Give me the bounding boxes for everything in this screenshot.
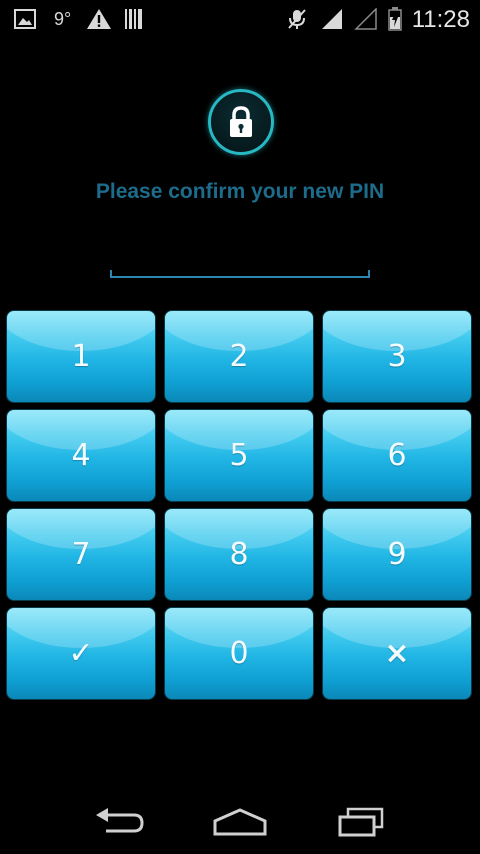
back-icon [96, 808, 144, 833]
confirm-key[interactable]: ✓ [6, 607, 156, 700]
recent-apps-icon [338, 807, 384, 837]
lock-icon [208, 89, 274, 155]
home-icon [213, 808, 267, 836]
signal-empty-icon [354, 8, 378, 30]
key-7[interactable]: 7 [6, 508, 156, 601]
status-bar: 9° 11:28 [0, 0, 480, 38]
key-8[interactable]: 8 [164, 508, 314, 601]
key-2[interactable]: 2 [164, 310, 314, 403]
home-button[interactable] [205, 802, 275, 842]
clock-text: 11:28 [411, 6, 470, 33]
key-1[interactable]: 1 [6, 310, 156, 403]
checkmark-icon: ✓ [68, 636, 94, 671]
gallery-icon [14, 8, 36, 30]
close-icon: × [384, 636, 410, 671]
pin-input[interactable] [110, 270, 370, 278]
recent-apps-button[interactable] [325, 802, 395, 842]
mute-icon [286, 8, 308, 30]
key-6[interactable]: 6 [322, 409, 472, 502]
back-button[interactable] [85, 802, 155, 842]
key-0[interactable]: 0 [164, 607, 314, 700]
clear-key[interactable]: × [322, 607, 472, 700]
key-9[interactable]: 9 [322, 508, 472, 601]
warning-icon [86, 8, 112, 30]
key-5[interactable]: 5 [164, 409, 314, 502]
signal-icon [320, 8, 344, 30]
keypad: 1 2 3 4 5 6 7 8 9 ✓ 0 × [6, 310, 474, 703]
barcode-icon [124, 8, 144, 30]
navigation-bar [0, 790, 480, 854]
battery-icon [388, 7, 402, 31]
page-title: Please confirm your new PIN [95, 180, 385, 203]
key-3[interactable]: 3 [322, 310, 472, 403]
temperature-text: 9° [54, 8, 72, 29]
key-4[interactable]: 4 [6, 409, 156, 502]
